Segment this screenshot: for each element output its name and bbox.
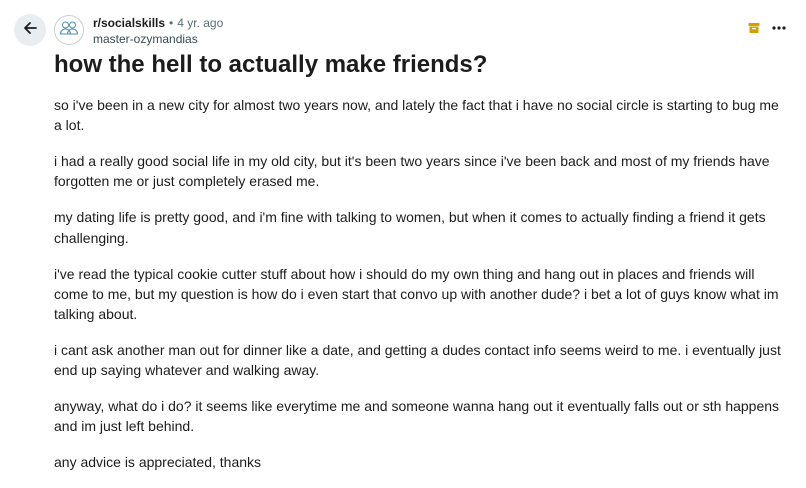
arrow-left-icon [22, 20, 38, 41]
subreddit-link[interactable]: r/socialskills [93, 15, 165, 31]
post-body: so i've been in a new city for almost tw… [54, 95, 789, 488]
more-options-icon[interactable] [772, 26, 786, 30]
meta-separator: • [169, 16, 174, 30]
post-paragraph: my dating life is pretty good, and i'm f… [54, 209, 766, 246]
post-age: 4 yr. ago [177, 16, 224, 30]
post-meta: r/socialskills • 4 yr. ago master-ozyman… [93, 15, 223, 47]
post-paragraph: i cant ask another man out for dinner li… [54, 342, 781, 379]
subreddit-avatar[interactable] [54, 15, 84, 45]
author-link[interactable]: master-ozymandias [93, 31, 223, 47]
back-button[interactable] [14, 14, 46, 46]
post-paragraph: i had a really good social life in my ol… [54, 153, 770, 190]
post-paragraph: anyway, what do i do? it seems like ever… [54, 398, 780, 435]
subreddit-avatar-icon [58, 17, 80, 44]
post-paragraph: any advice is appreciated, thanks [54, 454, 262, 471]
post-paragraph: i've read the typical cookie cutter stuf… [54, 265, 779, 323]
post-paragraph: so i've been in a new city for almost tw… [54, 97, 779, 134]
post-title: how the hell to actually make friends? [54, 51, 488, 78]
post-actions [748, 22, 786, 34]
archive-icon[interactable] [748, 22, 760, 34]
